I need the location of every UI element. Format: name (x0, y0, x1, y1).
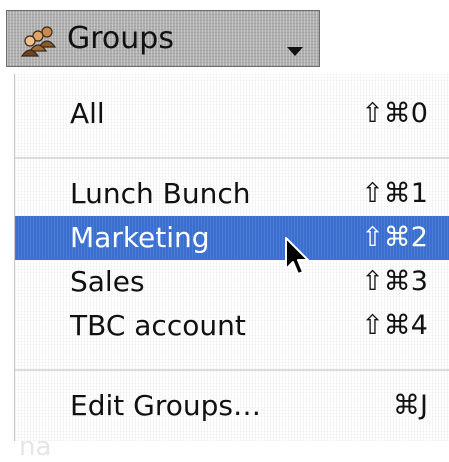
groups-popup-button[interactable]: Groups (6, 10, 320, 67)
menu-item-shortcut: ⇧⌘3 (361, 266, 428, 297)
menu-separator (15, 157, 449, 159)
groups-icon (20, 26, 57, 57)
menu-item-label: TBC account (70, 309, 246, 342)
menu-item-marketing[interactable]: Marketing ⇧⌘2 (15, 216, 449, 260)
menu-item-shortcut: ⇧⌘2 (361, 222, 428, 253)
menu-item-label: Lunch Bunch (70, 177, 251, 210)
menu-item-lunch-bunch[interactable]: Lunch Bunch ⇧⌘1 (15, 172, 449, 216)
menu-item-shortcut: ⇧⌘1 (361, 178, 428, 209)
menu-item-label: Sales (70, 265, 145, 298)
popup-label: Groups (67, 21, 174, 56)
menu-item-sales[interactable]: Sales ⇧⌘3 (15, 260, 449, 304)
menu-item-label: All (70, 97, 105, 130)
chevron-down-icon (287, 47, 303, 56)
menu-item-shortcut: ⇧⌘4 (361, 310, 428, 341)
menu-item-tbc-account[interactable]: TBC account ⇧⌘4 (15, 304, 449, 348)
menu-separator (15, 369, 449, 371)
background-text: na (19, 432, 52, 462)
arrow-pointer-icon (285, 237, 309, 275)
menu-item-label: Marketing (70, 221, 210, 254)
groups-menu: na All ⇧⌘0 Lunch Bunch ⇧⌘1 Marketing ⇧⌘2… (14, 74, 449, 462)
menu-item-shortcut: ⇧⌘0 (361, 98, 428, 129)
menu-item-all[interactable]: All ⇧⌘0 (15, 92, 449, 136)
menu-item-label: Edit Groups… (70, 389, 261, 422)
menu-item-edit-groups[interactable]: Edit Groups… ⌘J (15, 384, 449, 428)
menu-item-shortcut: ⌘J (393, 390, 428, 421)
